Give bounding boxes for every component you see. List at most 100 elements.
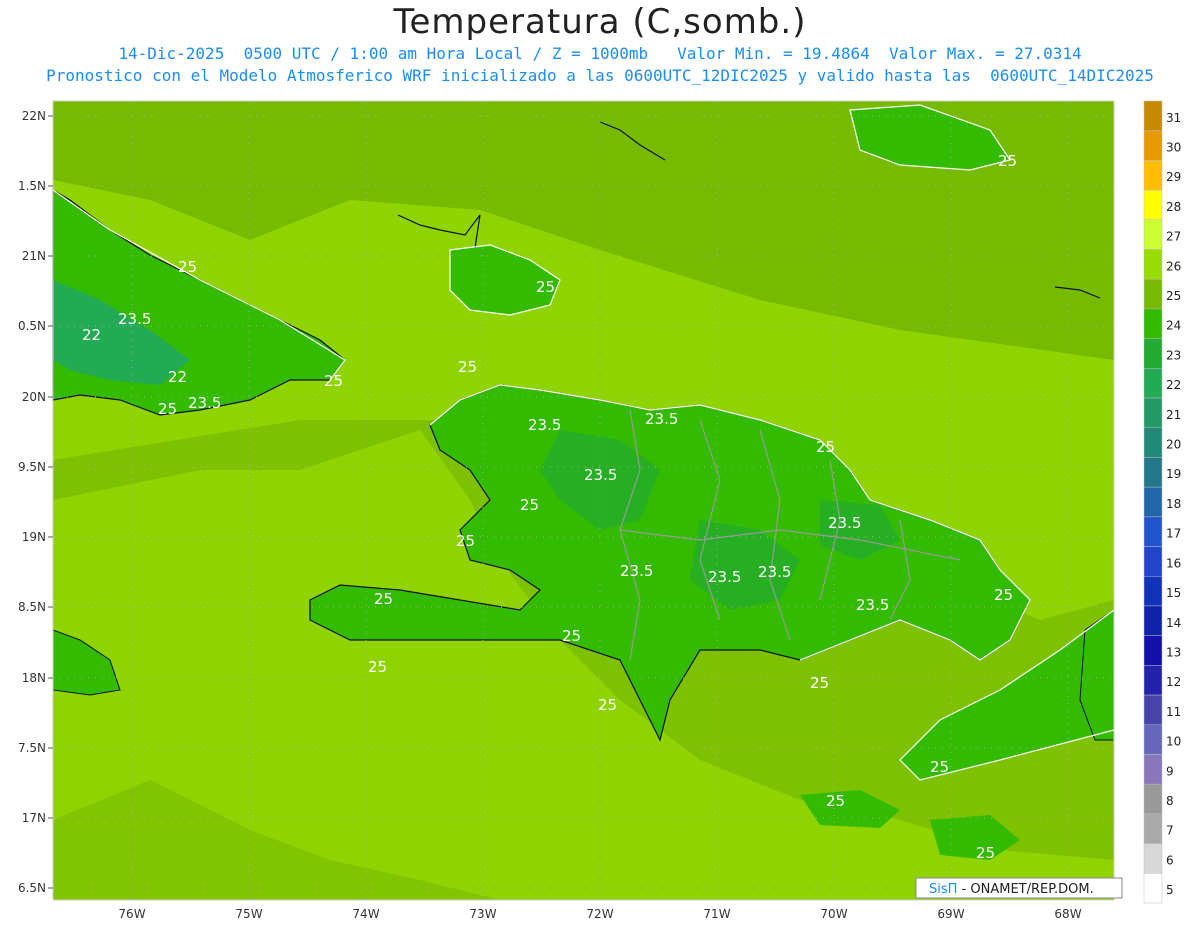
contour-label: 25 bbox=[178, 258, 197, 276]
contour-label: 23.5 bbox=[118, 310, 151, 328]
lon-label: 71W bbox=[703, 907, 730, 921]
colorbar-label: 30 bbox=[1166, 140, 1181, 154]
colorbar-swatch bbox=[1143, 219, 1163, 250]
colorbar-swatch bbox=[1143, 397, 1163, 428]
colorbar-swatch bbox=[1143, 189, 1163, 221]
colorbar-swatch bbox=[1143, 605, 1163, 636]
colorbar-label: 19 bbox=[1166, 467, 1181, 481]
contour-label: 25 bbox=[826, 792, 845, 810]
contour-label: 25 bbox=[324, 372, 343, 390]
contour-label: 25 bbox=[456, 532, 475, 550]
contour-label: 23.5 bbox=[528, 416, 561, 434]
longitude-axis: 76W 75W 74W 73W 72W 71W 70W 69W 68W bbox=[118, 907, 1081, 921]
colorbar-swatch bbox=[1143, 368, 1163, 399]
colorbar-swatch bbox=[1143, 843, 1163, 874]
contour-label: 23.5 bbox=[758, 563, 791, 581]
colorbar-label: 5 bbox=[1166, 883, 1174, 897]
lon-label: 69W bbox=[937, 907, 964, 921]
lat-label: 7.5N bbox=[18, 741, 46, 755]
contour-label: 23.5 bbox=[708, 568, 741, 586]
colorbar-swatch bbox=[1143, 665, 1163, 696]
lon-label: 74W bbox=[352, 907, 379, 921]
credit-org: - ONAMET/REP.DOM. bbox=[957, 882, 1093, 897]
lat-label: 19N bbox=[22, 530, 46, 544]
contour-label: 23.5 bbox=[620, 562, 653, 580]
colorbar-label: 7 bbox=[1166, 824, 1174, 838]
credit-brand: SisΠ bbox=[929, 882, 957, 897]
colorbar-swatch bbox=[1143, 457, 1163, 488]
colorbar-label: 25 bbox=[1166, 289, 1181, 303]
lat-label: 1.5N bbox=[18, 179, 46, 193]
lat-label: 0.5N bbox=[18, 319, 46, 333]
lat-label: 21N bbox=[22, 249, 46, 263]
colorbar-swatch bbox=[1143, 338, 1163, 369]
contour-label: 25 bbox=[598, 696, 617, 714]
colorbar-label: 26 bbox=[1166, 259, 1181, 273]
contour-label: 25 bbox=[994, 586, 1013, 604]
colorbar-label: 14 bbox=[1166, 616, 1181, 630]
colorbar-label: 23 bbox=[1166, 348, 1181, 362]
contour-label: 25 bbox=[930, 758, 949, 776]
contour-label: 22 bbox=[168, 368, 187, 386]
colorbar-swatch bbox=[1143, 100, 1163, 131]
contour-label: 25 bbox=[976, 844, 995, 862]
colorbar-swatch bbox=[1143, 486, 1163, 518]
colorbar-swatch bbox=[1143, 873, 1163, 904]
contour-label: 25 bbox=[368, 658, 387, 676]
contour-label: 25 bbox=[816, 438, 835, 456]
contour-label: 25 bbox=[998, 152, 1017, 170]
colorbar-swatch bbox=[1143, 694, 1163, 726]
contour-label: 23.5 bbox=[645, 410, 678, 428]
colorbar-label: 24 bbox=[1166, 319, 1181, 333]
lon-label: 75W bbox=[235, 907, 262, 921]
colorbar-swatch bbox=[1143, 308, 1163, 339]
colorbar-label: 6 bbox=[1166, 853, 1174, 867]
lon-label: 70W bbox=[820, 907, 847, 921]
colorbar-label: 20 bbox=[1166, 438, 1181, 452]
colorbar-swatch bbox=[1143, 724, 1163, 755]
colorbar-label: 28 bbox=[1166, 200, 1181, 214]
contour-label: 25 bbox=[374, 590, 393, 608]
contour-label: 22 bbox=[82, 326, 101, 344]
lat-label: 22N bbox=[22, 109, 46, 123]
credit-text: SisΠ - ONAMET/REP.DOM. bbox=[929, 882, 1094, 897]
colorbar-label: 13 bbox=[1166, 645, 1181, 659]
colorbar-swatch bbox=[1143, 278, 1163, 310]
contour-label: 25 bbox=[536, 278, 555, 296]
lon-label: 72W bbox=[586, 907, 613, 921]
lat-label: 18N bbox=[22, 671, 46, 685]
contour-label: 25 bbox=[458, 358, 477, 376]
latitude-ticks bbox=[48, 115, 53, 889]
colorbar-swatch bbox=[1143, 160, 1163, 191]
lon-label: 68W bbox=[1054, 907, 1081, 921]
colorbar-swatch bbox=[1143, 546, 1163, 577]
colorbar-swatch bbox=[1143, 516, 1163, 547]
colorbar-label: 17 bbox=[1166, 527, 1181, 541]
contour-label: 23.5 bbox=[828, 514, 861, 532]
colorbar-swatch bbox=[1143, 754, 1163, 785]
colorbar-swatch bbox=[1143, 576, 1163, 607]
lat-label: 9.5N bbox=[18, 460, 46, 474]
lon-label: 76W bbox=[118, 907, 145, 921]
colorbar-label: 18 bbox=[1166, 497, 1181, 511]
contour-label: 23.5 bbox=[188, 394, 221, 412]
colorbar-label: 9 bbox=[1166, 764, 1174, 778]
contour-label: 25 bbox=[158, 400, 177, 418]
colorbar-swatch bbox=[1143, 813, 1163, 844]
lat-label: 8.5N bbox=[18, 600, 46, 614]
colorbar-label: 31 bbox=[1166, 111, 1181, 125]
colorbar-swatch bbox=[1143, 130, 1163, 161]
colorbar-label: 8 bbox=[1166, 794, 1174, 808]
colorbar-swatch bbox=[1143, 783, 1163, 815]
colorbar-label: 16 bbox=[1166, 556, 1181, 570]
contour-label: 23.5 bbox=[584, 466, 617, 484]
contour-label: 25 bbox=[810, 674, 829, 692]
map-figure: 25 23.5 22 22 23.5 25 25 25 25 25 23.5 2… bbox=[18, 100, 1181, 921]
colorbar-label: 21 bbox=[1166, 408, 1181, 422]
colorbar-label: 10 bbox=[1166, 735, 1181, 749]
colorbar-label: 29 bbox=[1166, 170, 1181, 184]
colorbar-label: 15 bbox=[1166, 586, 1181, 600]
contour-label: 25 bbox=[520, 496, 539, 514]
lat-label: 17N bbox=[22, 811, 46, 825]
colorbar-swatch bbox=[1143, 635, 1163, 666]
